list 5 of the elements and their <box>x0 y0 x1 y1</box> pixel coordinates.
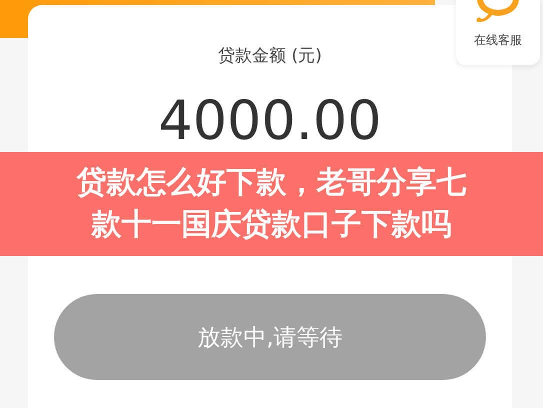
loan-amount: 4000.00 <box>158 91 382 151</box>
customer-service-button[interactable]: 在线客服 <box>456 0 540 65</box>
banner-title-line: 贷款怎么好下款，老哥分享七 <box>76 164 466 202</box>
banner-title-line: 款十一国庆贷款口子下款吗 <box>92 206 452 244</box>
loan-amount-label: 贷款金额 (元) <box>218 45 322 67</box>
